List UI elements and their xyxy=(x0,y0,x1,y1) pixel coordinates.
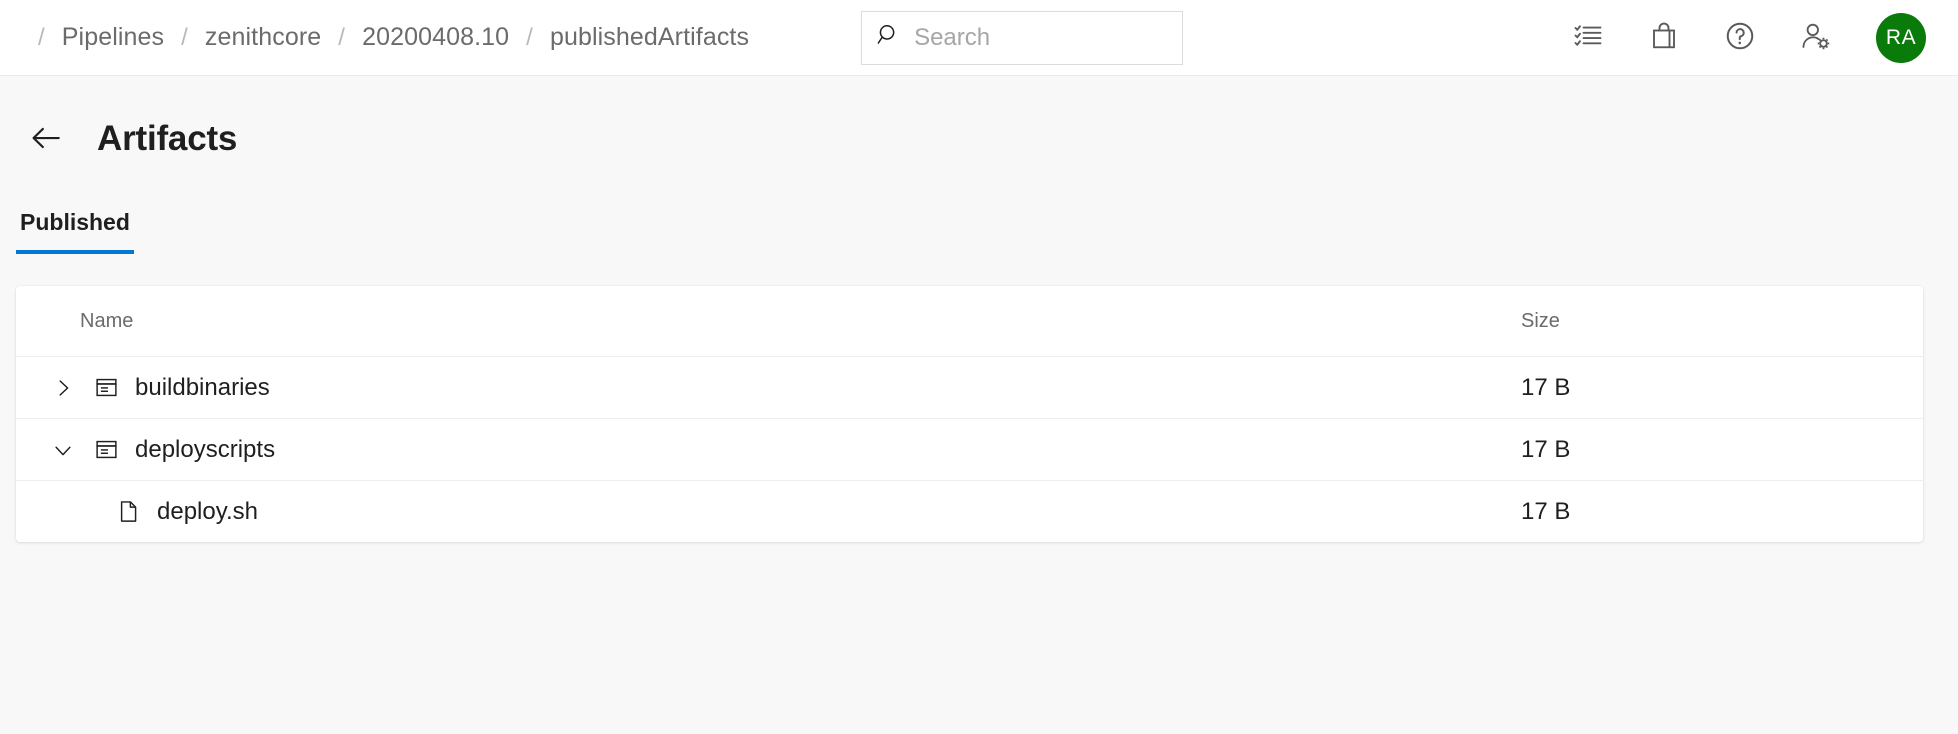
tasks-checklist-icon xyxy=(1573,21,1603,54)
search-icon xyxy=(876,22,902,53)
file-page-icon xyxy=(116,499,141,524)
arrow-left-icon xyxy=(29,121,63,158)
table-row[interactable]: deployscripts 17 B xyxy=(16,418,1923,480)
row-name-label: buildbinaries xyxy=(135,374,270,402)
row-size-cell: 17 B xyxy=(1503,436,1923,464)
search-input[interactable] xyxy=(914,24,1170,52)
row-name-label: deployscripts xyxy=(135,436,275,464)
breadcrumb-separator-1: / xyxy=(164,24,205,52)
breadcrumb-item-published-artifacts[interactable]: publishedArtifacts xyxy=(550,23,749,52)
help-question-icon xyxy=(1724,20,1756,55)
row-size-value: 17 B xyxy=(1521,498,1570,525)
tab-published-label: Published xyxy=(20,209,130,235)
chevron-right-icon[interactable] xyxy=(46,377,80,399)
breadcrumb-item-pipelines[interactable]: Pipelines xyxy=(62,23,164,52)
search-box[interactable] xyxy=(861,11,1183,65)
table-header-name-cell: Name xyxy=(16,310,1503,333)
breadcrumb: / Pipelines / zenithcore / 20200408.10 /… xyxy=(38,23,749,52)
page-title: Artifacts xyxy=(97,119,237,159)
breadcrumb-item-build-number[interactable]: 20200408.10 xyxy=(362,23,509,52)
row-name-cell: deploy.sh xyxy=(16,498,1503,526)
row-name-cell: buildbinaries xyxy=(16,374,1503,402)
column-header-size: Size xyxy=(1521,310,1560,332)
column-header-name: Name xyxy=(80,310,133,333)
breadcrumb-separator-leading: / xyxy=(38,24,62,52)
artifacts-table: Name Size xyxy=(16,286,1923,542)
page-header: Artifacts Published xyxy=(0,76,1958,254)
page-title-row: Artifacts xyxy=(0,108,1958,170)
row-size-value: 17 B xyxy=(1521,374,1570,401)
table-row[interactable]: buildbinaries 17 B xyxy=(16,356,1923,418)
back-button[interactable] xyxy=(22,115,70,163)
avatar-initials: RA xyxy=(1886,26,1916,50)
marketplace-bag-icon xyxy=(1649,21,1679,54)
marketplace-bag-button[interactable] xyxy=(1626,8,1702,68)
tab-published[interactable]: Published xyxy=(16,209,134,254)
row-name-cell: deployscripts xyxy=(16,436,1503,464)
archive-box-icon xyxy=(94,375,119,400)
row-name-label: deploy.sh xyxy=(157,498,258,526)
archive-box-icon xyxy=(94,437,119,462)
avatar[interactable]: RA xyxy=(1876,13,1926,63)
tab-bar: Published xyxy=(0,192,1958,254)
row-size-cell: 17 B xyxy=(1503,498,1923,526)
breadcrumb-separator-3: / xyxy=(509,24,550,52)
topbar-actions: RA xyxy=(1550,8,1926,68)
row-size-value: 17 B xyxy=(1521,436,1570,463)
breadcrumb-separator-2: / xyxy=(321,24,362,52)
table-header-row: Name Size xyxy=(16,286,1923,356)
breadcrumb-item-zenithcore[interactable]: zenithcore xyxy=(205,23,321,52)
tab-published-underline xyxy=(16,250,134,254)
chevron-down-icon[interactable] xyxy=(46,439,80,461)
user-settings-button[interactable] xyxy=(1778,8,1854,68)
table-row[interactable]: deploy.sh 17 B xyxy=(16,480,1923,542)
table-header-size-cell: Size xyxy=(1503,310,1923,333)
top-header-bar: / Pipelines / zenithcore / 20200408.10 /… xyxy=(0,0,1958,76)
user-settings-icon xyxy=(1800,20,1832,55)
tasks-checklist-button[interactable] xyxy=(1550,8,1626,68)
help-button[interactable] xyxy=(1702,8,1778,68)
row-size-cell: 17 B xyxy=(1503,374,1923,402)
artifacts-card: Name Size xyxy=(16,286,1923,542)
